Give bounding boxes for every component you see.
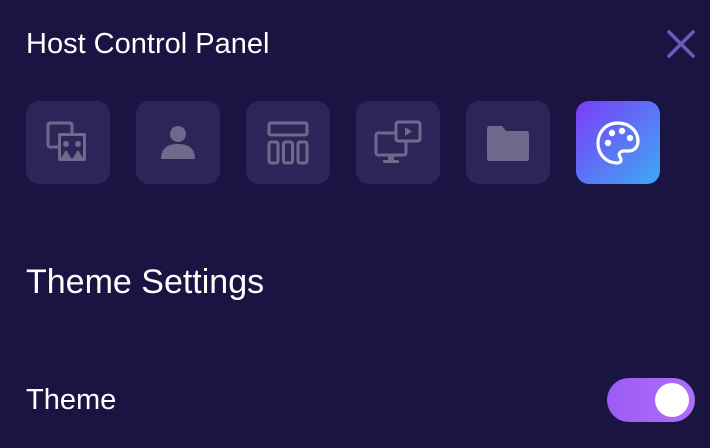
- tab-swap-users[interactable]: [26, 101, 110, 184]
- screen-media-icon: [374, 120, 422, 163]
- theme-toggle[interactable]: [607, 378, 695, 422]
- tab-theme[interactable]: [576, 101, 660, 184]
- close-icon: [667, 30, 695, 58]
- toggle-knob: [655, 383, 689, 417]
- tab-screen-media[interactable]: [356, 101, 440, 184]
- tab-bar: [26, 101, 660, 184]
- layout-grid-icon: [267, 121, 309, 164]
- tab-folder[interactable]: [466, 101, 550, 184]
- tab-user[interactable]: [136, 101, 220, 184]
- user-icon: [161, 125, 195, 159]
- tab-layout[interactable]: [246, 101, 330, 184]
- folder-icon: [487, 125, 529, 161]
- panel-title: Host Control Panel: [26, 28, 270, 60]
- theme-setting-label: Theme: [26, 384, 117, 416]
- palette-icon: [596, 120, 640, 165]
- close-button[interactable]: [664, 27, 698, 61]
- swap-users-icon: [46, 121, 86, 161]
- section-title: Theme Settings: [26, 263, 265, 301]
- host-control-panel: Host Control Panel Theme Settings Theme: [0, 0, 710, 448]
